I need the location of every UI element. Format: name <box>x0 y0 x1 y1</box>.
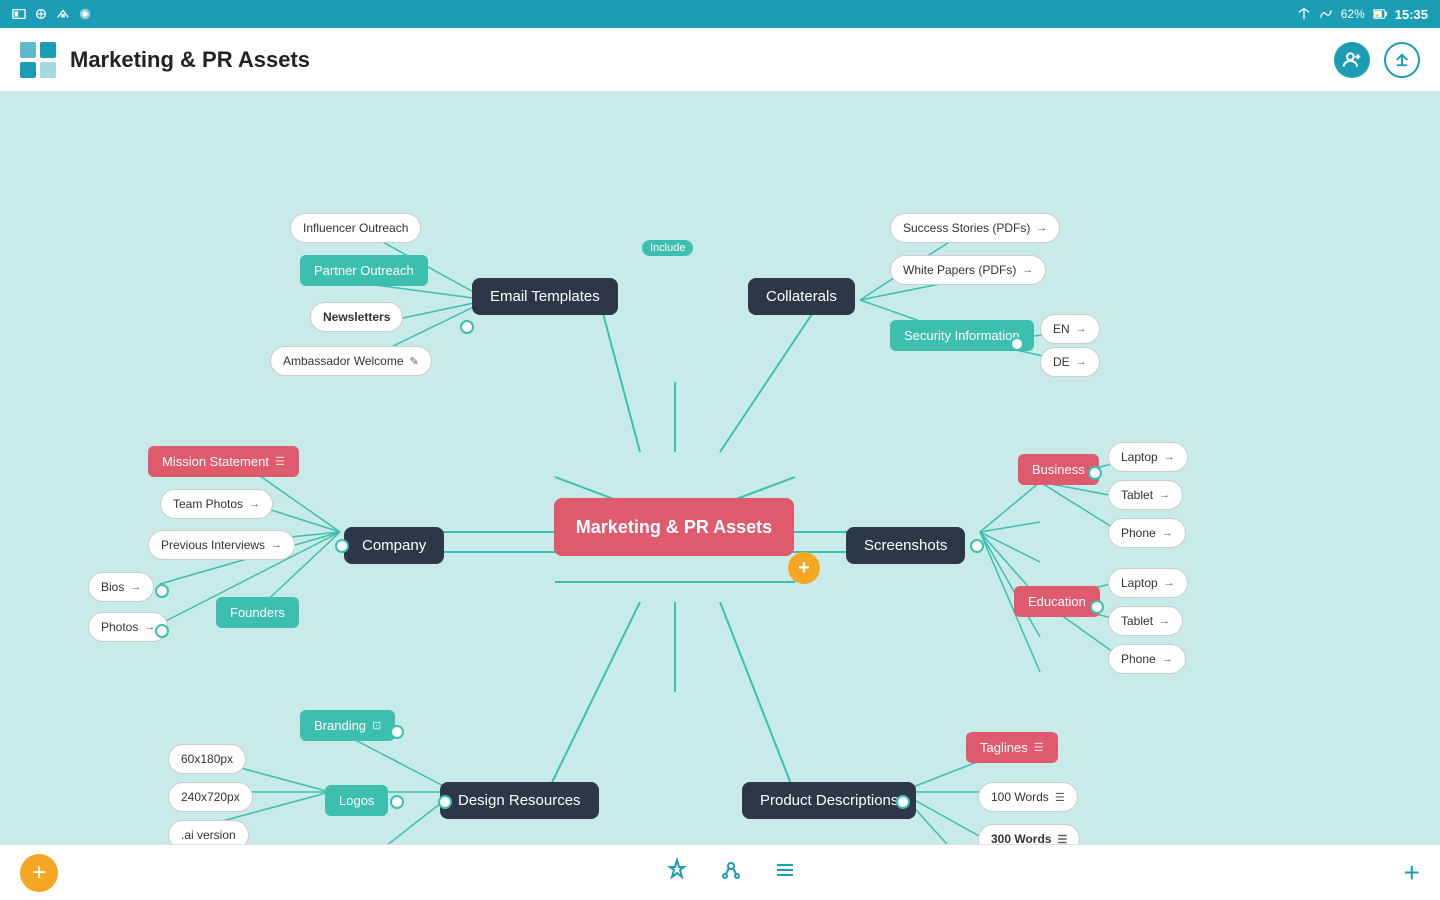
center-node[interactable]: Marketing & PR Assets <box>554 498 794 556</box>
taglines-icon: ☰ <box>1034 741 1044 754</box>
design-res-connector <box>438 795 452 809</box>
arrow-icon12: → <box>1164 577 1175 589</box>
security-connector <box>1010 337 1024 351</box>
share-button[interactable] <box>719 858 743 888</box>
battery-text: 62% <box>1341 7 1365 21</box>
status-left <box>12 7 92 21</box>
previous-interviews-node[interactable]: Previous Interviews → <box>148 530 295 560</box>
newsletters-node[interactable]: Newsletters <box>310 302 403 332</box>
add-node-button[interactable]: + <box>788 552 820 584</box>
bios-connector <box>155 584 169 598</box>
arrow-icon13: → <box>1159 615 1170 627</box>
founders-node[interactable]: Founders <box>216 597 299 628</box>
education-node[interactable]: Education <box>1014 586 1100 617</box>
company-node[interactable]: Company <box>344 527 444 564</box>
time: 15:35 <box>1395 7 1428 22</box>
size1-node[interactable]: 60x180px <box>168 744 246 774</box>
education-connector <box>1090 600 1104 614</box>
arrow-icon5: → <box>249 498 260 510</box>
upload-button[interactable] <box>1384 42 1420 78</box>
design-resources-node[interactable]: Design Resources <box>440 782 599 819</box>
product-desc-connector <box>896 795 910 809</box>
partner-outreach-node[interactable]: Partner Outreach <box>300 255 428 286</box>
arrow-icon4: → <box>1076 356 1087 368</box>
arrow-icon3: → <box>1076 323 1087 335</box>
pin-button[interactable] <box>665 858 689 888</box>
screenshots-node[interactable]: Screenshots <box>846 527 965 564</box>
laptop1-node[interactable]: Laptop → <box>1108 442 1188 472</box>
logos-node[interactable]: Logos <box>325 785 388 816</box>
top-bar: Marketing & PR Assets <box>0 28 1440 92</box>
app-title: Marketing & PR Assets <box>70 47 310 73</box>
arrow-icon: → <box>1036 222 1047 234</box>
en-node[interactable]: EN → <box>1040 314 1100 344</box>
ambassador-welcome-node[interactable]: Ambassador Welcome ✎ <box>270 346 432 376</box>
mindmap-canvas: Marketing & PR Assets + Include Email Te… <box>0 92 1440 900</box>
team-photos-node[interactable]: Team Photos → <box>160 489 273 519</box>
white-papers-node[interactable]: White Papers (PDFs) → <box>890 255 1046 285</box>
size2-node[interactable]: 240x720px <box>168 782 253 812</box>
bottom-right-plus[interactable]: + <box>1404 857 1420 889</box>
status-right: 62% ⚡ 15:35 <box>1297 7 1428 22</box>
email-templates-node[interactable]: Email Templates <box>472 278 618 315</box>
laptop2-node[interactable]: Laptop → <box>1108 568 1188 598</box>
bottom-bar: + + <box>0 844 1440 900</box>
include-label: Include <box>642 240 693 256</box>
menu-icon: ☰ <box>275 455 285 468</box>
branding-node[interactable]: Branding ⊡ <box>300 710 395 741</box>
arrow-icon11: → <box>1162 527 1173 539</box>
menu-button[interactable] <box>773 858 797 888</box>
branding-connector <box>390 725 404 739</box>
arrow-icon6: → <box>271 539 282 551</box>
branding-icon: ⊡ <box>372 719 381 732</box>
phone2-node[interactable]: Phone → <box>1108 644 1186 674</box>
edit-icon: ✎ <box>410 355 419 368</box>
success-stories-node[interactable]: Success Stories (PDFs) → <box>890 213 1060 243</box>
arrow-icon9: → <box>1164 451 1175 463</box>
tablet2-node[interactable]: Tablet → <box>1108 606 1183 636</box>
top-bar-right <box>1334 42 1420 78</box>
arrow-icon2: → <box>1022 264 1033 276</box>
business-connector <box>1088 466 1102 480</box>
phone1-node[interactable]: Phone → <box>1108 518 1186 548</box>
top-bar-left: Marketing & PR Assets <box>20 42 310 78</box>
bios-node[interactable]: Bios → <box>88 572 154 602</box>
mission-statement-node[interactable]: Mission Statement ☰ <box>148 446 299 477</box>
arrow-icon7: → <box>130 581 141 593</box>
logos-connector <box>390 795 404 809</box>
tablet1-node[interactable]: Tablet → <box>1108 480 1183 510</box>
newsletters-connector <box>460 320 474 334</box>
app-logo <box>20 42 56 78</box>
business-node[interactable]: Business <box>1018 454 1099 485</box>
photos-connector <box>155 624 169 638</box>
bottom-center <box>665 858 797 888</box>
de-node[interactable]: DE → <box>1040 347 1100 377</box>
words100-icon: ☰ <box>1055 791 1065 804</box>
bottom-add-button[interactable]: + <box>20 854 58 892</box>
bottom-left: + <box>20 854 58 892</box>
add-user-button[interactable] <box>1334 42 1370 78</box>
status-bar: 62% ⚡ 15:35 <box>0 0 1440 28</box>
arrow-icon10: → <box>1159 489 1170 501</box>
product-desc-node[interactable]: Product Descriptions <box>742 782 916 819</box>
influencer-outreach-node[interactable]: Influencer Outreach <box>290 213 421 243</box>
arrow-icon14: → <box>1162 653 1173 665</box>
company-connector <box>335 539 349 553</box>
arrow-icon8: → <box>144 621 155 633</box>
words100-node[interactable]: 100 Words ☰ <box>978 782 1078 812</box>
collaterals-node[interactable]: Collaterals <box>748 278 855 315</box>
bottom-right: + <box>1404 857 1420 889</box>
screenshots-connector <box>970 539 984 553</box>
taglines-node[interactable]: Taglines ☰ <box>966 732 1058 763</box>
